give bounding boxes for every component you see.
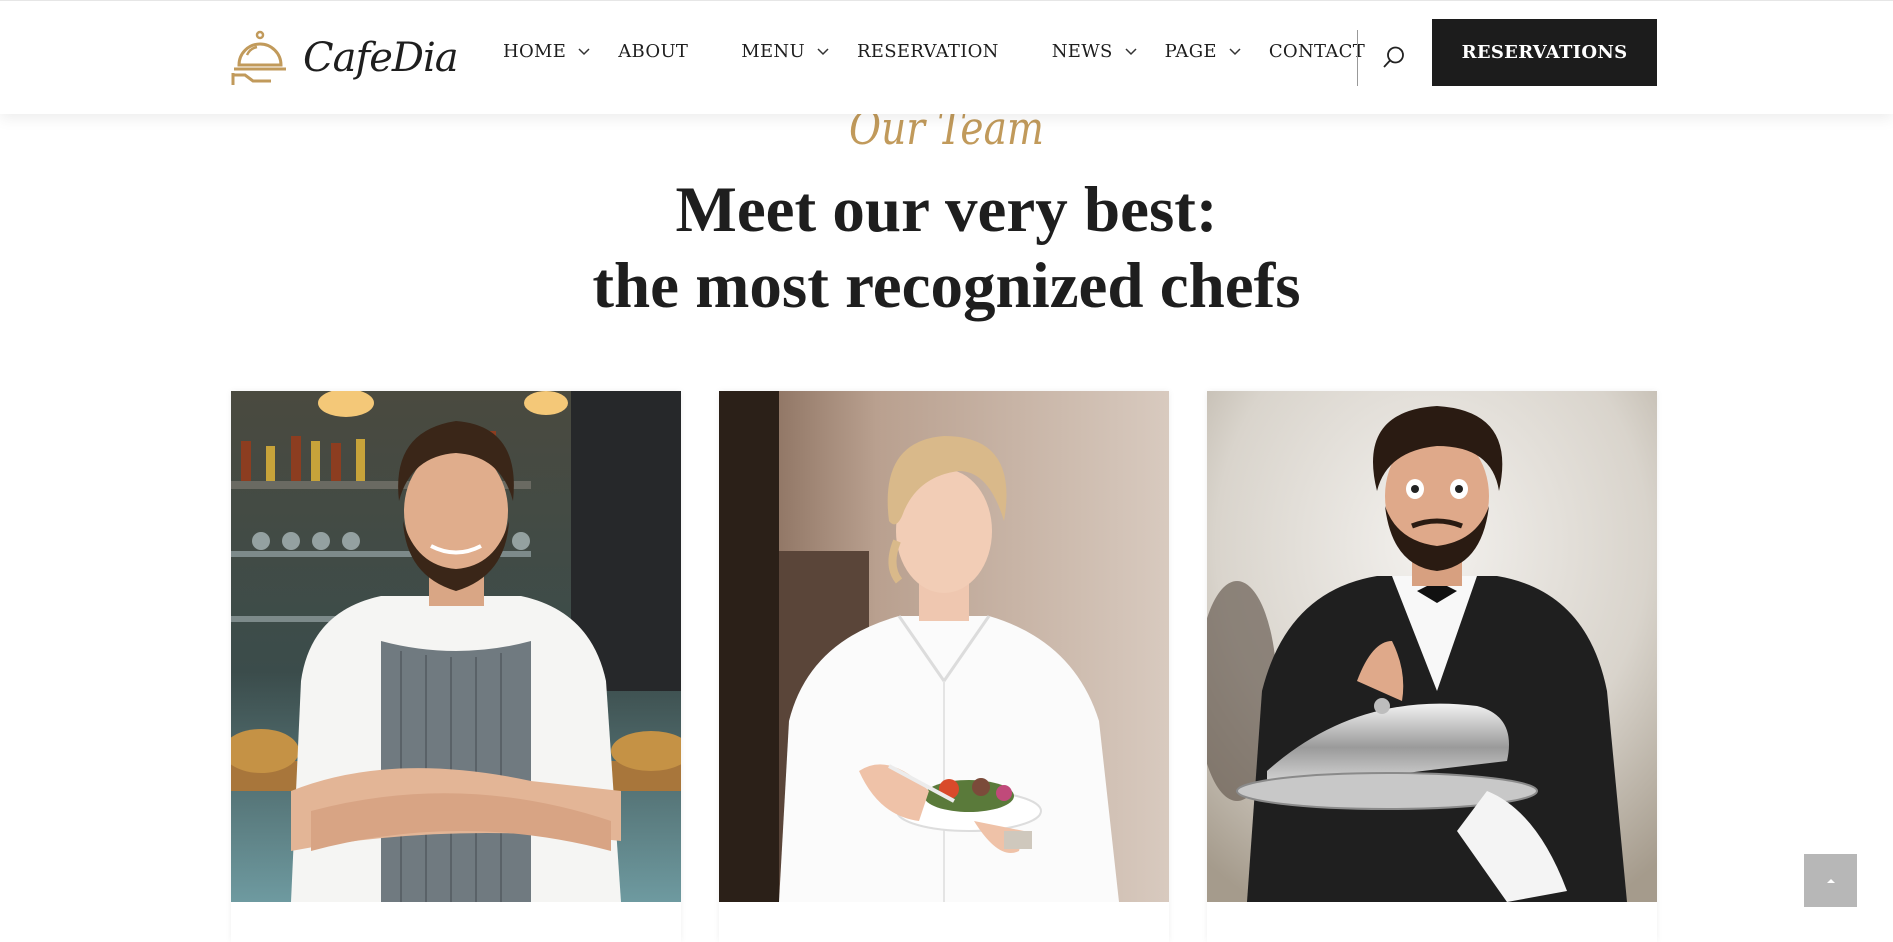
chevron-down-icon [1125,47,1137,55]
site-header: CafeDia HOME ABOUT MENU RESERVATION NEWS… [0,0,1893,114]
nav-item-page[interactable]: PAGE [1165,41,1241,62]
cloche-logo-icon [231,30,286,85]
team-card[interactable] [231,391,681,942]
chef-with-plate-photo [719,391,1169,902]
nav-item-news[interactable]: NEWS [1052,41,1137,62]
header-divider [1357,30,1358,86]
nav-item-label: PAGE [1164,41,1217,62]
nav-item-about[interactable]: ABOUT [618,41,688,62]
chevron-down-icon [578,47,590,55]
section-title-line-2: the most recognized chefs [592,250,1301,322]
nav-item-reservation[interactable]: RESERVATION [857,41,999,62]
team-card[interactable] [1207,391,1657,942]
nav-item-label: HOME [503,41,567,62]
waiter-with-cloche-photo [1207,391,1657,902]
logo-text: CafeDia [303,35,459,81]
team-card[interactable] [719,391,1169,942]
nav-item-label: NEWS [1051,41,1113,62]
back-to-top-button[interactable] [1804,854,1857,907]
chevron-down-icon [1229,47,1241,55]
nav-item-label: CONTACT [1268,41,1366,62]
logo[interactable]: CafeDia [231,27,459,89]
nav-item-label: ABOUT [618,41,689,62]
section-title: Meet our very best: the most recognized … [0,172,1893,324]
main-nav: HOME ABOUT MENU RESERVATION NEWS PAGE CO… [503,41,1365,62]
section-title-line-1: Meet our very best: [675,174,1218,246]
reservations-button[interactable]: RESERVATIONS [1432,19,1657,86]
chevron-down-icon [817,47,829,55]
chevron-up-icon [1826,878,1835,883]
nav-item-label: RESERVATION [856,41,999,62]
barista-with-apron-photo [231,391,681,902]
nav-item-menu[interactable]: MENU [741,41,829,62]
nav-item-contact[interactable]: CONTACT [1269,41,1365,62]
search-icon[interactable] [1382,45,1406,69]
nav-item-home[interactable]: HOME [503,41,590,62]
nav-item-label: MENU [741,41,805,62]
